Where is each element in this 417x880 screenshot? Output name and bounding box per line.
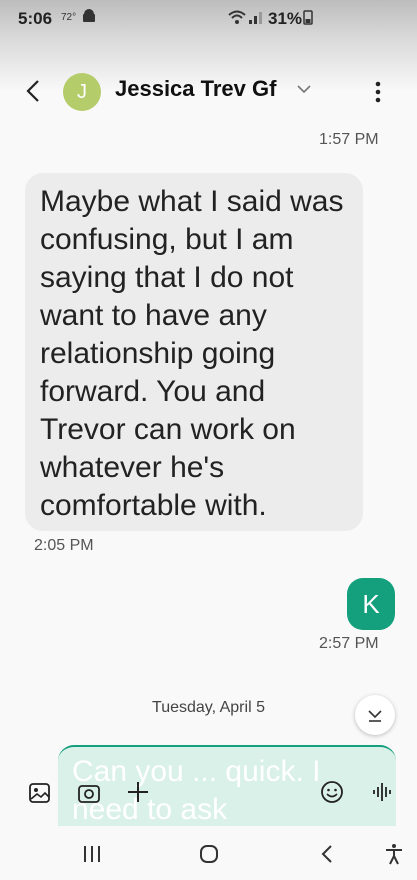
status-time: 5:06 [18, 9, 53, 28]
incoming-message-bubble[interactable]: Maybe what I said was confusing, but I a… [25, 173, 363, 531]
chevron-down-icon[interactable] [297, 84, 311, 94]
android-icon [83, 9, 95, 22]
signal-icon [249, 12, 262, 24]
outgoing-message-bubble[interactable]: K [347, 578, 395, 630]
camera-icon[interactable] [77, 781, 101, 805]
add-icon[interactable] [126, 780, 150, 804]
contact-name[interactable]: Jessica Trev Gf [115, 76, 276, 102]
battery-percent: 31% [268, 9, 303, 28]
message-composer: Can you ... quick. I need to ask [0, 745, 417, 826]
conversation-header: J Jessica Trev Gf [0, 38, 417, 128]
more-options-icon[interactable] [368, 79, 388, 105]
back-arrow-icon[interactable] [22, 78, 44, 104]
incoming-message-time: 2:05 PM [34, 537, 94, 554]
accessibility-icon[interactable] [383, 843, 405, 865]
status-temperature: 72° [61, 12, 77, 23]
wifi-icon [228, 10, 246, 24]
gallery-icon[interactable] [28, 781, 52, 805]
nav-back-icon[interactable] [316, 843, 338, 865]
battery-icon [303, 10, 313, 25]
message-input[interactable]: Can you ... quick. I need to ask [58, 745, 396, 826]
arrow-down-icon [368, 710, 382, 722]
voice-input-icon[interactable] [371, 780, 395, 804]
home-icon[interactable] [198, 843, 220, 865]
recent-apps-icon[interactable] [81, 843, 103, 865]
status-bar: 5:06 72° 31% [0, 0, 417, 38]
contact-avatar[interactable]: J [63, 73, 101, 111]
scroll-to-bottom-button[interactable] [355, 695, 395, 735]
emoji-icon[interactable] [320, 780, 344, 804]
message-time: 1:57 PM [319, 131, 379, 148]
system-navigation-bar [0, 826, 417, 880]
outgoing-message-time: 2:57 PM [319, 635, 379, 652]
